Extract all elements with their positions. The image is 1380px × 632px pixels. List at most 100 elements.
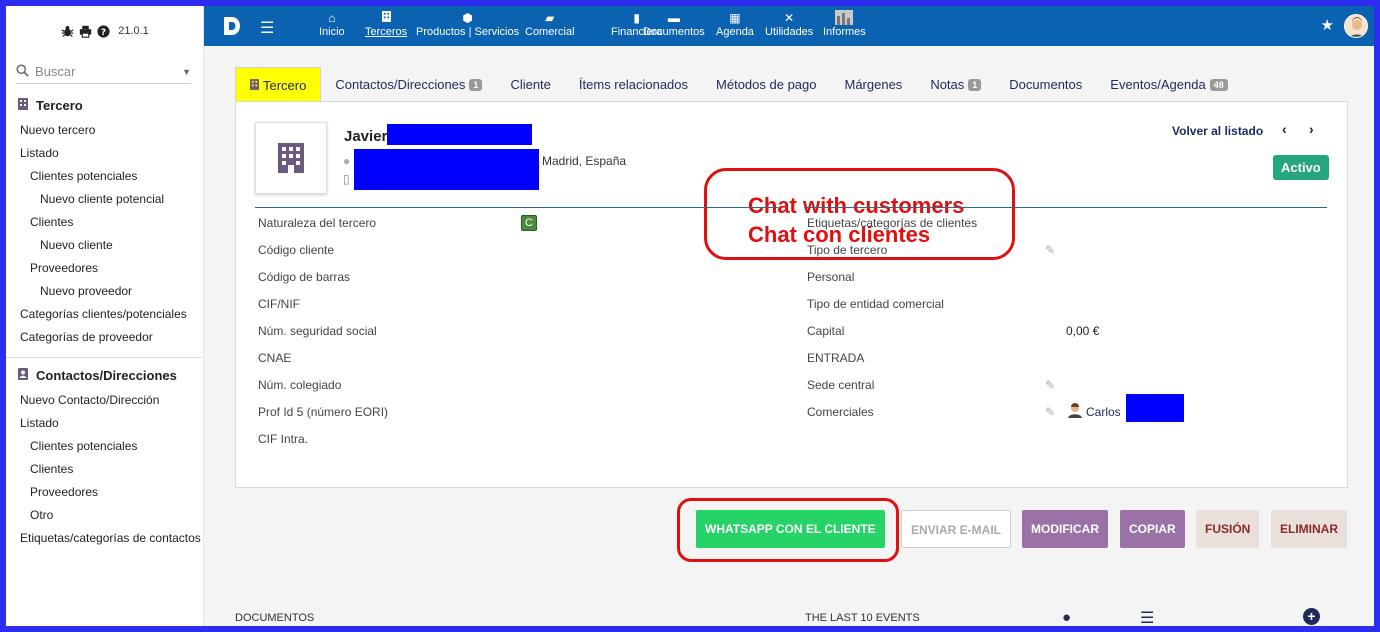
add-event-icon[interactable]: + (1303, 608, 1320, 625)
chevron-down-icon[interactable]: ▼ (182, 67, 191, 77)
menu-item-proveedores[interactable]: Proveedores (6, 257, 203, 280)
field-row: CNAE (258, 350, 292, 365)
whatsapp-button[interactable]: WHATSAPP CON EL CLIENTE (696, 510, 885, 548)
menu-item-listado-contactos[interactable]: Listado (6, 412, 203, 435)
menu-item-contactos-clientes[interactable]: Clientes (6, 458, 203, 481)
field-row: ENTRADA (807, 350, 865, 365)
fields-right: Etiquetas/categorías de clientes Tipo de… (804, 207, 1327, 425)
edit-pencil-icon[interactable]: ✎ (1045, 243, 1055, 257)
menu-item-clientes-potenciales[interactable]: Clientes potenciales (6, 165, 203, 188)
app-logo[interactable] (222, 15, 242, 37)
nav-documentos[interactable]: ▬ Documentos (643, 10, 705, 38)
sidebar-search[interactable]: Buscar ▼ (16, 60, 191, 84)
back-to-list-link[interactable]: Volver al listado (1172, 124, 1263, 138)
events-section-title: THE LAST 10 EVENTS (805, 612, 920, 624)
tab-metodos-pago[interactable]: Métodos de pago (702, 67, 830, 102)
menu-item-categorias-clientes[interactable]: Categorías clientes/potenciales (6, 303, 203, 326)
cube-icon: ⬢ (462, 11, 473, 25)
copy-button[interactable]: COPIAR (1120, 510, 1185, 548)
menu-item-contactos-potenciales[interactable]: Clientes potenciales (6, 435, 203, 458)
bookmark-star-icon[interactable]: ★ (1321, 16, 1334, 34)
folder-icon: ▬ (667, 11, 680, 25)
nav-inicio[interactable]: ⌂ Inicio (319, 10, 345, 38)
tab-eventos[interactable]: Eventos/Agenda 48 (1096, 67, 1241, 102)
nature-badge: C (521, 214, 537, 231)
delete-button[interactable]: ELIMINAR (1271, 510, 1347, 548)
count-badge: 1 (469, 78, 483, 91)
user-avatar-icon (1067, 402, 1083, 421)
printer-icon[interactable] (78, 24, 92, 38)
comments-icon[interactable]: ● (1062, 609, 1071, 626)
nav-terceros[interactable]: Terceros (365, 10, 407, 38)
chevron-right-icon[interactable]: › (1309, 121, 1314, 137)
menu-item-nuevo-proveedor[interactable]: Nuevo proveedor (6, 280, 203, 303)
help-icon[interactable]: ? (96, 24, 110, 38)
menu-title-tercero[interactable]: Tercero (6, 92, 203, 119)
tab-margenes[interactable]: Márgenes (831, 67, 917, 102)
menu-item-categorias-proveedor[interactable]: Categorías de proveedor (6, 326, 203, 349)
sales-rep[interactable]: Carlos (1067, 402, 1121, 421)
tools-icon: ✕ (784, 11, 795, 25)
field-row: CIF/NIF (258, 296, 300, 311)
menu-item-etiquetas-contactos[interactable]: Etiquetas/categorías de contactos (6, 527, 203, 550)
menu-item-nuevo-cliente-potencial[interactable]: Nuevo cliente potencial (6, 188, 203, 211)
action-buttons: WHATSAPP CON EL CLIENTE ENVIAR E-MAIL MO… (204, 510, 1374, 550)
menu-item-contactos-otro[interactable]: Otro (6, 504, 203, 527)
count-badge: 48 (1209, 78, 1228, 91)
top-navbar: ☰ ⌂ Inicio Terceros ⬢ Productos | Servic… (204, 6, 1374, 46)
chevron-left-icon[interactable]: ‹ (1282, 121, 1287, 137)
modify-button[interactable]: MODIFICAR (1022, 510, 1108, 548)
bug-icon[interactable] (60, 24, 74, 38)
search-input[interactable]: Buscar (35, 64, 75, 79)
building-icon (18, 98, 28, 113)
file-invoice-icon: ▮ (633, 11, 640, 25)
user-avatar[interactable] (1344, 14, 1368, 38)
app-frame: ? 21.0.1 Buscar ▼ Tercero Nuevo tercero … (6, 6, 1374, 626)
menu-title-contactos[interactable]: Contactos/Direcciones (6, 362, 203, 389)
tab-contactos[interactable]: Contactos/Direcciones 1 (321, 67, 496, 102)
sidebar: ? 21.0.1 Buscar ▼ Tercero Nuevo tercero … (6, 6, 204, 626)
hamburger-menu-icon[interactable]: ☰ (260, 18, 274, 38)
send-email-button[interactable]: ENVIAR E-MAIL (901, 510, 1011, 548)
briefcase-icon: ▰ (545, 11, 555, 25)
redacted-block (387, 124, 532, 145)
menu-item-nuevo-tercero[interactable]: Nuevo tercero (6, 119, 203, 142)
field-row: Núm. seguridad social (258, 323, 377, 338)
tab-cliente[interactable]: Cliente (496, 67, 564, 102)
field-row: Comerciales ✎ Carlos (804, 394, 1327, 425)
sidebar-header: ? 21.0.1 (6, 6, 203, 56)
redacted-block (354, 149, 539, 190)
nav-informes[interactable]: Informes (823, 10, 866, 38)
field-row: Capital 0,00 € (807, 323, 1100, 338)
company-photo[interactable] (255, 122, 327, 194)
building-icon (381, 10, 391, 26)
edit-pencil-icon[interactable]: ✎ (1045, 378, 1055, 392)
mobile-phone-icon: ▯ (343, 172, 350, 186)
redacted-block (1126, 394, 1184, 422)
menu-terceros: Tercero Nuevo tercero Listado Clientes p… (6, 92, 203, 349)
nav-agenda[interactable]: ▦ Agenda (716, 10, 754, 38)
tab-tercero[interactable]: Tercero (235, 67, 322, 102)
merge-button[interactable]: FUSIÓN (1196, 510, 1260, 548)
nav-productos[interactable]: ⬢ Productos | Servicios (416, 10, 519, 38)
field-row: Núm. colegiado (258, 377, 342, 392)
menu-item-nuevo-cliente[interactable]: Nuevo cliente (6, 234, 203, 257)
menu-item-listado[interactable]: Listado (6, 142, 203, 165)
field-row: Naturaleza del tercero C (255, 209, 778, 236)
menu-divider (6, 357, 203, 358)
version-label: 21.0.1 (118, 25, 149, 37)
menu-item-contactos-proveedores[interactable]: Proveedores (6, 481, 203, 504)
tab-items-relacionados[interactable]: Ítems relacionados (565, 67, 702, 102)
menu-item-nuevo-contacto[interactable]: Nuevo Contacto/Dirección (6, 389, 203, 412)
list-view-icon[interactable]: ☰ (1140, 608, 1154, 626)
tab-documentos[interactable]: Documentos (995, 67, 1096, 102)
field-row: CIF Intra. (258, 431, 309, 446)
nav-comercial[interactable]: ▰ Comercial (525, 10, 575, 38)
nav-utilidades[interactable]: ✕ Utilidades (765, 10, 813, 38)
field-row: Etiquetas/categorías de clientes (807, 215, 978, 230)
field-row: Código cliente (258, 242, 335, 257)
edit-pencil-icon[interactable]: ✎ (1045, 405, 1055, 419)
menu-item-clientes[interactable]: Clientes (6, 211, 203, 234)
count-badge: 1 (968, 78, 982, 91)
tab-notas[interactable]: Notas 1 (916, 67, 995, 102)
